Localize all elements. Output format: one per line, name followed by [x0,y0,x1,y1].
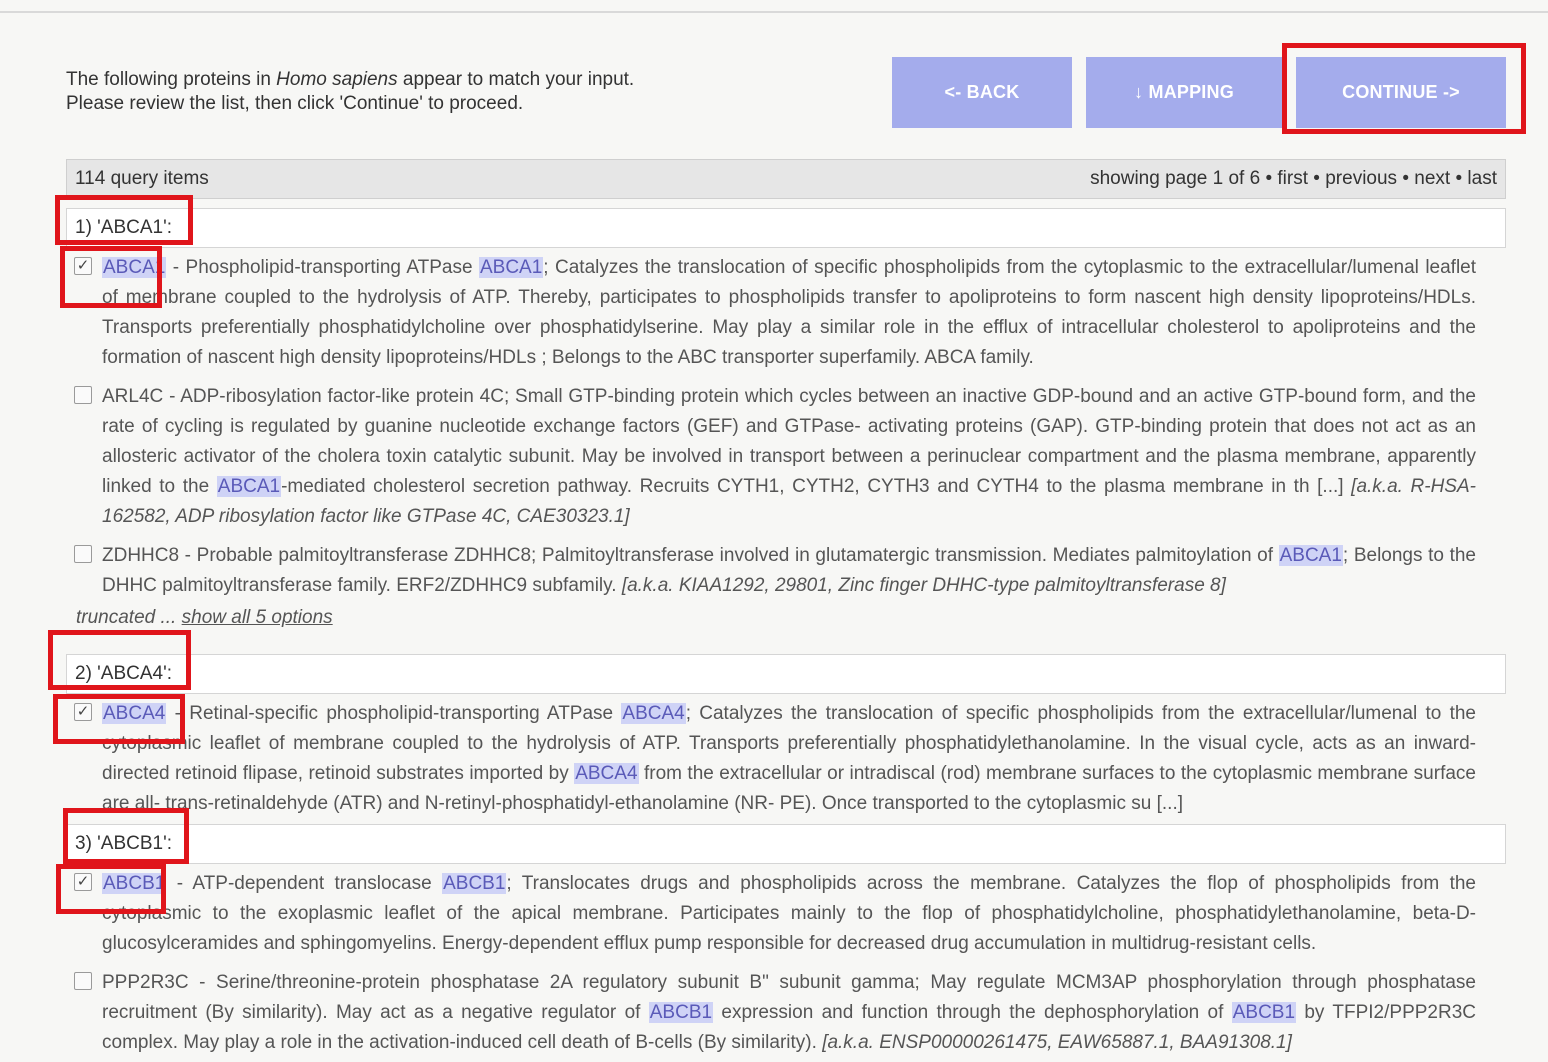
option-gene-name: ABCA1 [102,257,167,278]
option-gene-name: ARL4C [102,386,164,407]
pager-first-link[interactable]: first [1277,168,1308,189]
option-description: expression and function through the deph… [713,1002,1232,1023]
option-checkbox[interactable]: ✓ [74,257,92,275]
show-all-options-link[interactable]: show all 5 options [182,607,333,628]
results-pager-bar: 114 query items showing page 1 of 6 • fi… [66,159,1506,199]
truncated-note: truncated ... show all 5 options [76,604,333,632]
gene-highlight: ABCB1 [648,1002,714,1023]
pager-separator: • [1260,168,1278,189]
option-gene-name: ZDHHC8 [102,545,180,566]
option-description: -mediated cholesterol secretion pathway.… [281,476,1344,497]
pager-separator: • [1308,168,1326,189]
gene-highlight: ABCA4 [621,703,686,724]
option-checkbox[interactable] [74,545,92,563]
option-checkbox[interactable] [74,972,92,990]
option-row: ✓ ABCA4 - Retinal-specific phospholipid-… [74,699,1476,819]
gene-highlight: ABCA4 [574,763,639,784]
option-description: Phospholipid-transporting ATPase [185,257,479,278]
pager-status: showing page 1 of 6 [1090,168,1261,189]
query-header: 1) 'ABCA1': [66,208,1506,248]
option-gene-name: ABCA4 [102,703,167,724]
top-divider [0,11,1548,13]
option-description: ATP-dependent translocase [192,873,443,894]
pager-nav: showing page 1 of 6 • first • previous •… [1090,160,1497,198]
option-text: PPP2R3C - Serine/threonine-protein phosp… [102,972,1477,1053]
gene-highlight: ABCA1 [1278,545,1343,566]
intro-line1-after: appear to match your input. [397,69,635,90]
pager-previous-link[interactable]: previous [1325,168,1397,189]
query-header: 2) 'ABCA4': [66,654,1506,694]
option-text: ZDHHC8 - Probable palmitoyltransferase Z… [102,545,1476,596]
continue-button[interactable]: CONTINUE -> [1296,57,1506,128]
option-row: ✓ ABCA1 - Phospholipid-transporting ATPa… [74,253,1476,373]
option-text: ABCA4 - Retinal-specific phospholipid-tr… [102,703,1476,814]
mapping-button[interactable]: ↓ MAPPING [1086,57,1282,128]
gene-highlight: ABCB1 [1231,1002,1297,1023]
option-description: Probable palmitoyltransferase ZDHHC8; Pa… [196,545,1279,566]
pager-last-link[interactable]: last [1467,168,1497,189]
truncated-label: truncated ... [76,607,177,628]
option-text: ABCA1 - Phospholipid-transporting ATPase… [102,257,1477,368]
option-text: ABCB1 - ATP-dependent translocase ABCB1;… [102,873,1476,954]
option-text: ARL4C - ADP-ribosylation factor-like pro… [102,386,1476,527]
gene-highlight: ABCB1 [442,873,507,894]
intro-line1-before: The following proteins in [66,69,277,90]
gene-highlight: ABCA1 [216,476,282,497]
intro-message: The following proteins in Homo sapiens a… [66,68,634,116]
back-button[interactable]: <- BACK [892,57,1072,128]
option-checkbox[interactable]: ✓ [74,703,92,721]
option-checkbox[interactable]: ✓ [74,873,92,891]
pager-separator: • [1450,168,1468,189]
option-gene-name: PPP2R3C [102,972,189,993]
query-header: 3) 'ABCB1': [66,824,1506,864]
pager-next-link[interactable]: next [1414,168,1450,189]
option-row: ARL4C - ADP-ribosylation factor-like pro… [74,382,1476,532]
option-gene-name: ABCB1 [102,873,167,894]
option-checkbox[interactable] [74,386,92,404]
query-count: 114 query items [75,168,209,189]
pager-separator: • [1397,168,1415,189]
intro-species: Homo sapiens [276,69,398,90]
option-row: PPP2R3C - Serine/threonine-protein phosp… [74,968,1476,1058]
option-aliases: [a.k.a. KIAA1292, 29801, Zinc finger DHH… [621,575,1226,596]
option-aliases: [a.k.a. ENSP00000261475, EAW65887.1, BAA… [822,1032,1292,1053]
gene-highlight: ABCA1 [478,257,544,278]
intro-line2: Please review the list, then click 'Cont… [66,93,524,114]
option-row: ✓ ABCB1 - ATP-dependent translocase ABCB… [74,869,1476,959]
option-row: ZDHHC8 - Probable palmitoyltransferase Z… [74,541,1476,601]
option-description: Retinal-specific phospholipid-transporti… [189,703,622,724]
